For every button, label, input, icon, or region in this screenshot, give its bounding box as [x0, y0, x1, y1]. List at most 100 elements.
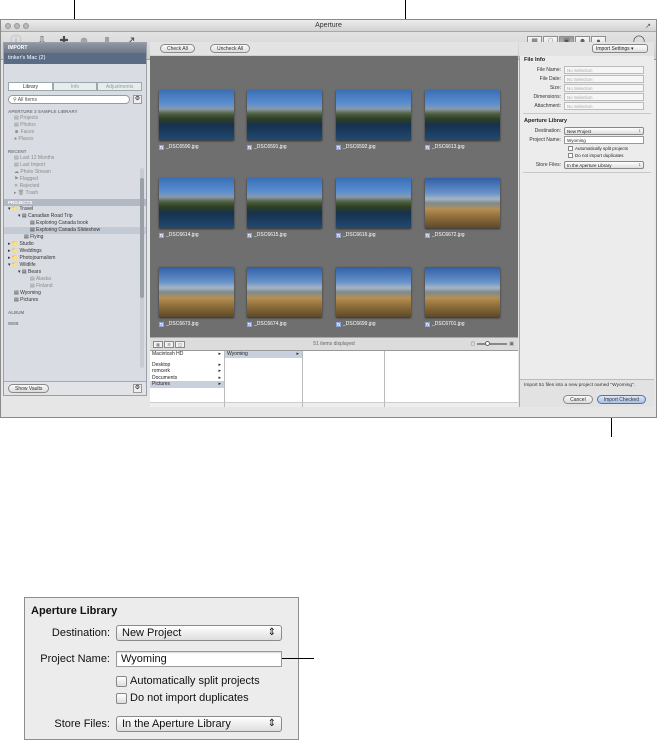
thumbnail-image[interactable]: [336, 90, 411, 140]
sidebar-item-photo-stream[interactable]: ☁ Photo Stream: [4, 169, 146, 176]
thumbnail-image[interactable]: [425, 267, 500, 317]
thumbnail-item[interactable]: ✓ _DSC6699.jpg: [336, 267, 411, 327]
thumbnail-item[interactable]: ✓ _DSC6615.jpg: [247, 178, 322, 238]
sidebar-scrollbar[interactable]: [140, 168, 144, 368]
detail-no-duplicates-checkbox[interactable]: Do not import duplicates: [116, 692, 249, 704]
browser-item-pictures[interactable]: Pictures ▸: [150, 381, 224, 388]
minimize-window-icon[interactable]: [14, 23, 20, 29]
browser-column-empty-2: [385, 351, 518, 407]
sidebar-item-last-import[interactable]: ▤ Last Import: [4, 162, 146, 169]
sidebar-item-weddings[interactable]: ▸ 📁 Weddings: [4, 248, 146, 255]
thumbnail-checkbox[interactable]: ✓: [425, 144, 430, 150]
project-name-field[interactable]: Wyoming: [564, 136, 644, 144]
sidebar-item-projects[interactable]: ▤ Projects: [4, 115, 146, 122]
import-checked-button[interactable]: Import Checked: [596, 395, 646, 404]
thumbnail-image[interactable]: [336, 267, 411, 317]
zoom-window-icon[interactable]: [23, 23, 29, 29]
thumbnail-item[interactable]: ✓ _DSC6613.jpg: [425, 90, 500, 150]
thumbnail-image[interactable]: [159, 267, 234, 317]
thumbnail-image[interactable]: [247, 267, 322, 317]
thumbnail-image[interactable]: [247, 178, 322, 228]
thumbnail-image[interactable]: [159, 90, 234, 140]
sidebar-item-wyoming[interactable]: ▤ Wyoming: [4, 290, 146, 297]
thumbnail-image[interactable]: [425, 90, 500, 140]
cancel-button[interactable]: Cancel: [563, 395, 593, 404]
thumbnail-checkbox[interactable]: ✓: [336, 144, 341, 150]
thumbnail-checkbox[interactable]: ✓: [247, 232, 252, 238]
sidebar-item-pictures[interactable]: ▤ Pictures: [4, 297, 146, 304]
thumbnail-image[interactable]: [425, 178, 500, 228]
thumbnail-checkbox[interactable]: ✓: [336, 232, 341, 238]
detail-project-name-field[interactable]: Wyoming: [116, 651, 282, 667]
sidebar-item-exploring-canada-slideshow[interactable]: ▤ Exploring Canada Slideshow: [4, 227, 146, 234]
thumbnail-item[interactable]: ✓ _DSC6672.jpg: [425, 178, 500, 238]
thumbnail-filename: _DSC6614.jpg: [166, 232, 199, 238]
thumbnail-checkbox[interactable]: ✓: [159, 232, 164, 238]
thumbnail-checkbox[interactable]: ✓: [159, 144, 164, 150]
store-files-popup[interactable]: In the Aperture Library: [564, 161, 644, 169]
sidebar-item-trash[interactable]: ▸ 🗑 Trash: [4, 190, 146, 197]
thumbnail-item[interactable]: ✓ _DSC6674.jpg: [247, 267, 322, 327]
split-projects-checkbox[interactable]: Automatically split projects: [520, 145, 654, 152]
import-summary-text: Import 51 files into a new project named…: [524, 383, 636, 388]
destination-popup[interactable]: New Project: [564, 127, 644, 135]
thumbnail-item[interactable]: ✓ _DSC6592.jpg: [336, 90, 411, 150]
sidebar-item-photojournalism[interactable]: ▸ 📁 Photojournalism: [4, 255, 146, 262]
sidebar-item-faces[interactable]: ☻ Faces: [4, 129, 146, 136]
thumbnail-item[interactable]: ✓ _DSC6590.jpg: [159, 90, 234, 150]
sidebar-item-alaska[interactable]: ▤ Alaska: [4, 276, 146, 283]
show-vaults-button[interactable]: Show Vaults: [8, 384, 50, 393]
thumbnail-item[interactable]: ✓ _DSC6614.jpg: [159, 178, 234, 238]
thumbnail-item[interactable]: ✓ _DSC6673.jpg: [159, 267, 234, 327]
file-info-value: No Selection: [564, 66, 644, 74]
sidebar-item-exploring-canada-book[interactable]: ▤ Exploring Canada book: [4, 220, 146, 227]
thumbnail-item[interactable]: ✓ _DSC6591.jpg: [247, 90, 322, 150]
uncheck-all-button[interactable]: Uncheck All: [210, 44, 251, 53]
sidebar-item-flying[interactable]: ▤ Flying: [4, 234, 146, 241]
import-device[interactable]: tinker's Mac (2): [4, 53, 146, 64]
tab-library[interactable]: Library: [8, 82, 53, 91]
sidebar-item-last-12-months[interactable]: ▤ Last 12 Months: [4, 155, 146, 162]
thumbnail-checkbox[interactable]: ✓: [425, 321, 430, 327]
sidebar-item-canadian-road-trip[interactable]: ▾ ▤ Canadian Road Trip: [4, 213, 146, 220]
thumbnail-image[interactable]: [159, 178, 234, 228]
detail-split-projects-checkbox[interactable]: Automatically split projects: [116, 675, 260, 687]
tab-adjustments[interactable]: Adjustments: [97, 82, 143, 91]
thumbnail-checkbox[interactable]: ✓: [247, 321, 252, 327]
thumbnail-size-slider[interactable]: ▢ ▣: [471, 341, 514, 347]
thumbnail-checkbox[interactable]: ✓: [336, 321, 341, 327]
thumbnail-filename: _DSC6672.jpg: [432, 232, 465, 238]
thumbnail-checkbox[interactable]: ✓: [247, 144, 252, 150]
thumbnail-checkbox[interactable]: ✓: [425, 232, 430, 238]
sidebar-item-places[interactable]: ● Places: [4, 136, 146, 143]
detail-store-files-popup[interactable]: In the Aperture Library ⇕: [116, 716, 282, 732]
sidebar-item-photos[interactable]: ▤ Photos: [4, 122, 146, 129]
checkbox-icon: [116, 675, 127, 687]
detail-destination-popup[interactable]: New Project ⇕: [116, 625, 282, 641]
vault-gear-icon[interactable]: ⚙: [133, 384, 142, 393]
thumbnail-item[interactable]: ✓ _DSC6616.jpg: [336, 178, 411, 238]
aperture-library-title: Aperture Library: [524, 118, 568, 124]
browser-item-wyoming[interactable]: Wyoming ▸: [225, 351, 302, 358]
sidebar-item-rejected[interactable]: ✕ Rejected: [4, 183, 146, 190]
sidebar-item-flagged[interactable]: ⚑ Flagged: [4, 176, 146, 183]
close-window-icon[interactable]: [5, 23, 11, 29]
thumbnail-image[interactable]: [247, 90, 322, 140]
sidebar-item-bears[interactable]: ▾ ▤ Bears: [4, 269, 146, 276]
no-duplicates-checkbox[interactable]: Do not import duplicates: [520, 152, 654, 159]
gear-icon[interactable]: ⚙: [133, 95, 142, 104]
library-search-input[interactable]: ⚲ All Items: [8, 95, 130, 104]
sidebar-item-travel[interactable]: ▾ 📁 Travel: [4, 206, 146, 213]
thumbnail-image[interactable]: [336, 178, 411, 228]
sidebar-item-studio[interactable]: ▸ 📁 Studio: [4, 241, 146, 248]
thumbnail-checkbox[interactable]: ✓: [159, 321, 164, 327]
thumbnail-filename: _DSC6674.jpg: [254, 321, 287, 327]
sidebar-item-wildlife[interactable]: ▾ 📁 Wildlife: [4, 262, 146, 269]
tab-info[interactable]: Info: [52, 82, 98, 91]
album-section-header: ALBUM: [8, 310, 25, 315]
thumbnail-item[interactable]: ✓ _DSC6701.jpg: [425, 267, 500, 327]
check-all-button[interactable]: Check All: [160, 44, 195, 53]
file-info-label: Size:: [549, 85, 561, 91]
sidebar-item-finland[interactable]: ▤ Finland: [4, 283, 146, 290]
import-settings-popup[interactable]: Import Settings ▾: [592, 44, 648, 53]
